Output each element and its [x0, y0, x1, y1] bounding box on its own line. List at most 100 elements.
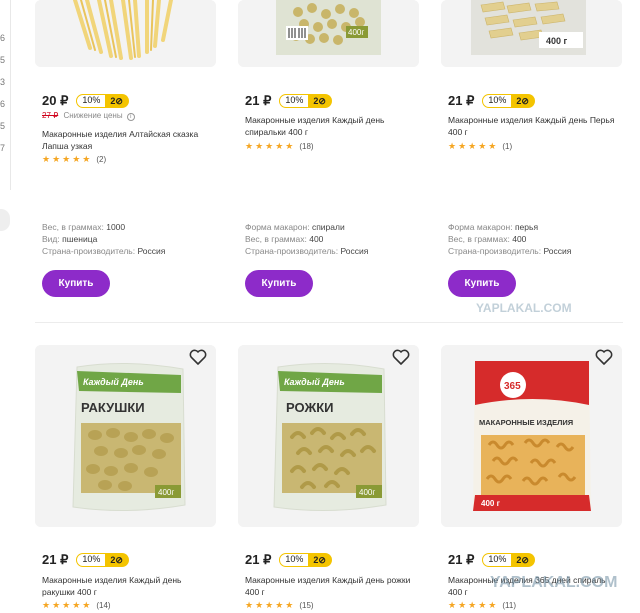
watermark: YAPLAKAL.COM [476, 301, 572, 315]
product-card[interactable]: 20 ₽ 10% 2⊘ 27 ₽ Снижение цены i Макарон… [35, 0, 216, 297]
product-title[interactable]: Макаронные изделия Каждый день ракушки 4… [42, 574, 212, 598]
slider-knob[interactable] [0, 209, 10, 231]
buy-button[interactable]: Купить [245, 270, 313, 297]
bonus-points: 2⊘ [309, 553, 332, 567]
rating: ★★★★★ (1) [448, 141, 512, 152]
product-card[interactable]: 365 МАКАРОННЫЕ ИЗДЕЛИЯ 400 г 21 ₽ 10% 2⊘… [441, 345, 622, 610]
product-title[interactable]: Макаронные изделия Каждый день Перья 400… [448, 114, 618, 138]
stars-icon: ★★★★★ [448, 141, 499, 151]
pasta-package-image: Каждый День РАКУШКИ 400г [35, 345, 216, 527]
pasta-nests-image [35, 0, 216, 67]
price: 21 ₽ [245, 93, 272, 108]
price-row: 21 ₽ 10% 2⊘ [245, 93, 332, 109]
price: 20 ₽ [42, 93, 69, 108]
discount-percent: 10% [76, 94, 107, 108]
rail-count: 6 [0, 99, 6, 109]
stars-icon: ★★★★★ [42, 154, 93, 164]
product-card[interactable]: 400 г 21 ₽ 10% 2⊘ Макаронные изделия Каж… [441, 0, 622, 297]
price-row: 21 ₽ 10% 2⊘ [448, 552, 535, 568]
discount-badge: 10% 2⊘ [76, 94, 129, 108]
heart-icon[interactable] [391, 347, 411, 367]
discount-badge: 10% 2⊘ [279, 553, 332, 567]
price-drop-row: 27 ₽ Снижение цены i [42, 111, 135, 121]
product-image[interactable]: Каждый День РОЖКИ 400г [238, 345, 419, 527]
svg-text:400 г: 400 г [481, 499, 501, 508]
svg-text:400г: 400г [158, 488, 174, 497]
bonus-points: 2⊘ [512, 94, 535, 108]
review-count[interactable]: (14) [96, 601, 110, 610]
svg-text:РАКУШКИ: РАКУШКИ [81, 400, 145, 415]
rail-divider [10, 0, 11, 190]
product-image[interactable]: 400г [238, 0, 419, 67]
product-title[interactable]: Макаронные изделия Каждый день рожки 400… [245, 574, 415, 598]
svg-text:РОЖКИ: РОЖКИ [286, 400, 333, 415]
stars-icon: ★★★★★ [245, 600, 296, 610]
discount-percent: 10% [279, 553, 310, 567]
spec-row: Вес, в граммах: 1000 [42, 222, 126, 232]
price: 21 ₽ [448, 93, 475, 108]
spec-row: Страна-производитель: Россия [245, 246, 369, 256]
stars-icon: ★★★★★ [448, 600, 499, 610]
pasta-package-image: 400г [238, 0, 419, 67]
rating: ★★★★★ (14) [42, 600, 111, 611]
product-title[interactable]: Макаронные изделия Каждый день спиральки… [245, 114, 415, 138]
product-title[interactable]: Макаронные изделия Алтайская сказка Лапш… [42, 128, 212, 152]
buy-button[interactable]: Купить [448, 270, 516, 297]
rail-count: 5 [0, 121, 6, 131]
rating: ★★★★★ (11) [448, 600, 516, 611]
spec-row: Страна-производитель: Россия [42, 246, 166, 256]
bonus-points: 2⊘ [512, 553, 535, 567]
price-row: 20 ₽ 10% 2⊘ [42, 93, 129, 109]
stars-icon: ★★★★★ [42, 600, 93, 610]
row-divider [35, 322, 623, 323]
pasta-package-image: 400 г [441, 0, 622, 67]
price-row: 21 ₽ 10% 2⊘ [448, 93, 535, 109]
info-icon[interactable]: i [126, 113, 135, 121]
spec-row: Вес, в граммах: 400 [448, 234, 527, 244]
product-image[interactable] [35, 0, 216, 67]
old-price: 27 ₽ [42, 111, 59, 120]
svg-text:365: 365 [504, 381, 521, 392]
price-drop-label: Снижение цены [63, 111, 123, 120]
svg-text:400 г: 400 г [546, 36, 568, 46]
discount-percent: 10% [279, 94, 310, 108]
price: 21 ₽ [245, 552, 272, 567]
product-image[interactable]: 365 МАКАРОННЫЕ ИЗДЕЛИЯ 400 г [441, 345, 622, 527]
rail-count: 5 [0, 55, 6, 65]
discount-percent: 10% [482, 553, 513, 567]
rating: ★★★★★ (2) [42, 154, 106, 165]
spec-row: Вес, в граммах: 400 [245, 234, 324, 244]
svg-text:400г: 400г [359, 488, 375, 497]
discount-badge: 10% 2⊘ [279, 94, 332, 108]
bonus-points: 2⊘ [106, 94, 129, 108]
review-count[interactable]: (1) [502, 142, 512, 151]
product-card[interactable]: Каждый День РОЖКИ 400г 21 ₽ 10% 2⊘ Макар… [238, 345, 419, 610]
svg-text:МАКАРОННЫЕ ИЗДЕЛИЯ: МАКАРОННЫЕ ИЗДЕЛИЯ [479, 418, 573, 427]
heart-icon[interactable] [188, 347, 208, 367]
rating: ★★★★★ (15) [245, 600, 314, 611]
product-image[interactable]: 400 г [441, 0, 622, 67]
review-count[interactable]: (2) [96, 155, 106, 164]
discount-percent: 10% [76, 553, 107, 567]
heart-icon[interactable] [594, 347, 614, 367]
watermark: YAPLAKAL.COM [490, 574, 618, 591]
buy-button[interactable]: Купить [42, 270, 110, 297]
discount-badge: 10% 2⊘ [482, 94, 535, 108]
discount-badge: 10% 2⊘ [76, 553, 129, 567]
product-image[interactable]: Каждый День РАКУШКИ 400г [35, 345, 216, 527]
svg-text:Каждый День: Каждый День [284, 377, 345, 387]
rail-count: 7 [0, 143, 6, 153]
discount-percent: 10% [482, 94, 513, 108]
price: 21 ₽ [42, 552, 69, 567]
product-card[interactable]: Каждый День РАКУШКИ 400г 21 ₽ 10% 2⊘ Мак… [35, 345, 216, 610]
review-count[interactable]: (11) [502, 601, 516, 610]
price: 21 ₽ [448, 552, 475, 567]
review-count[interactable]: (15) [299, 601, 313, 610]
pasta-package-image: 365 МАКАРОННЫЕ ИЗДЕЛИЯ 400 г [441, 345, 622, 527]
spec-row: Страна-производитель: Россия [448, 246, 572, 256]
svg-text:Каждый День: Каждый День [83, 377, 144, 387]
review-count[interactable]: (18) [299, 142, 313, 151]
product-card[interactable]: 400г 21 ₽ 10% 2⊘ Макаронные изделия Кажд… [238, 0, 419, 297]
rail-count: 6 [0, 33, 6, 43]
rating: ★★★★★ (18) [245, 141, 314, 152]
